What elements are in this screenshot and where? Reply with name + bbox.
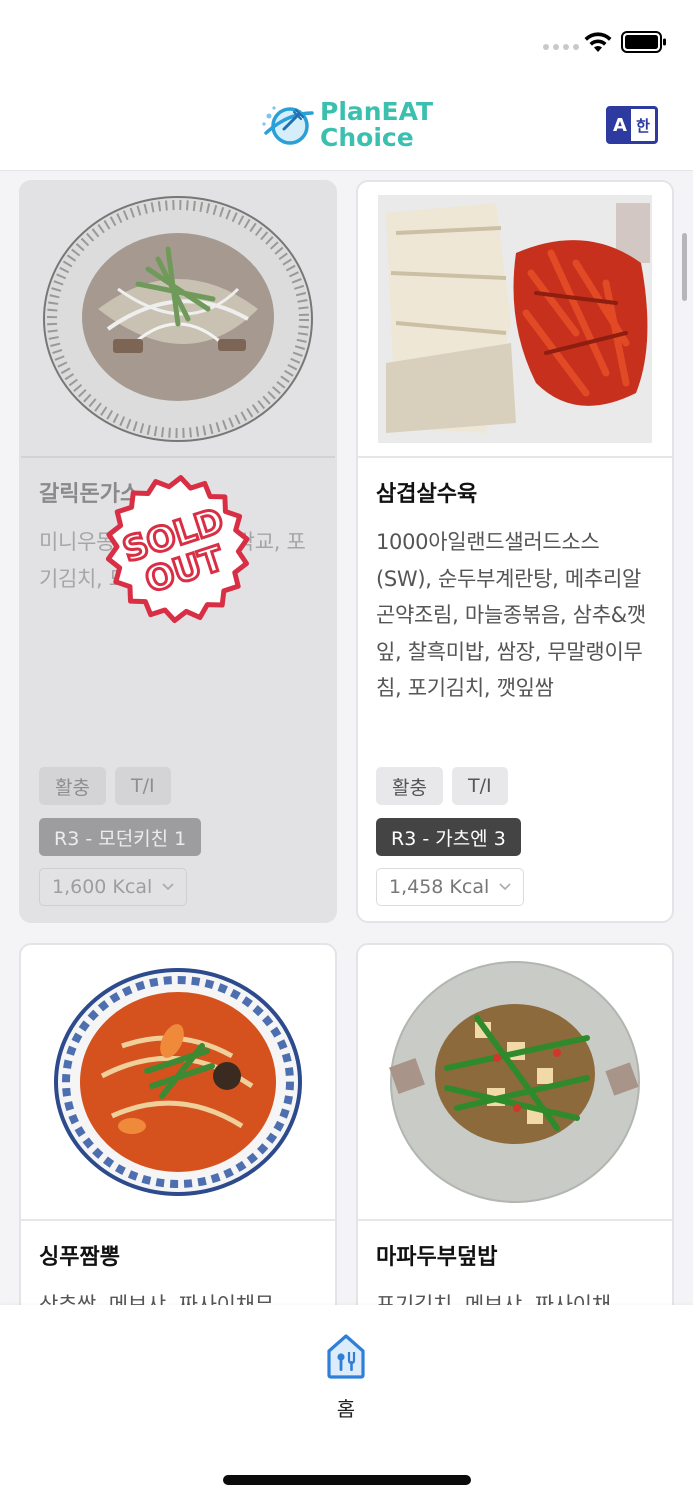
kcal-dropdown[interactable]: 1,600 Kcal <box>39 868 188 906</box>
bottom-tab-bar: 홈 <box>0 1305 693 1500</box>
battery-icon <box>621 31 666 53</box>
signal-dots-icon <box>543 44 579 50</box>
tag: 활충 <box>39 767 106 805</box>
menu-title: 마파두부덮밥 <box>376 1245 498 1270</box>
tag: T/I <box>114 767 171 805</box>
status-bar <box>0 0 693 85</box>
menu-tags: 활충 T/I <box>39 767 171 805</box>
food-plate-image <box>43 196 313 442</box>
menu-description: 포기김치, 메보샤, 짜사이채 <box>376 1293 611 1305</box>
food-plate-image <box>54 968 302 1196</box>
lang-k-label: 한 <box>636 116 650 135</box>
menu-title: 싱푸짬뽕 <box>39 1245 120 1270</box>
tab-home-label: 홈 <box>336 1397 356 1421</box>
scrollbar[interactable] <box>682 233 687 301</box>
food-plate-image <box>389 961 640 1203</box>
restaurant-location-badge: R3 - 모던키친 1 <box>39 818 202 856</box>
wifi-icon <box>584 32 612 52</box>
home-utensils-icon <box>327 1334 365 1379</box>
sold-out-stamp: SOLD OUT <box>105 475 250 623</box>
menu-card-body: 마파두부덮밥 포기김치, 메보샤, 짜사이채 <box>358 1221 672 1305</box>
chevron-down-icon <box>162 883 174 891</box>
kcal-dropdown[interactable]: 1,458 Kcal <box>376 868 525 906</box>
menu-grid[interactable]: 갈릭돈가스 미니우동, 하프샐러드, 락교, 포기김치, 드레싱FS 활충 T/… <box>0 171 693 1305</box>
food-plate-image <box>378 195 652 443</box>
menu-card-body: 싱푸짬뽕 상추쌈, 메보샤, 짜사이채무 <box>21 1221 335 1305</box>
menu-card[interactable]: 마파두부덮밥 포기김치, 메보샤, 짜사이채 <box>356 943 674 1305</box>
menu-image <box>21 182 335 458</box>
kcal-value: 1,458 Kcal <box>389 876 490 898</box>
restaurant-location-badge: R3 - 가츠엔 3 <box>376 818 521 856</box>
planet-fork-logo <box>262 106 314 145</box>
menu-image <box>21 945 335 1221</box>
menu-description: 1000아일랜드샐러드소스(SW), 순두부계란탕, 메추리알곤약조림, 마늘종… <box>376 530 646 700</box>
tab-home[interactable]: 홈 <box>306 1333 386 1428</box>
chevron-down-icon <box>499 883 511 891</box>
menu-card[interactable]: 싱푸짬뽕 상추쌈, 메보샤, 짜사이채무 <box>19 943 337 1305</box>
menu-description: 상추쌈, 메보샤, 짜사이채무 <box>39 1293 274 1305</box>
menu-tags: 활충 T/I <box>376 767 508 805</box>
menu-title: 삼겹살수육 <box>376 482 478 507</box>
kcal-value: 1,600 Kcal <box>52 876 153 898</box>
menu-image <box>358 182 672 458</box>
logo-text: PlanEAT Choice <box>320 99 433 151</box>
menu-image <box>358 945 672 1221</box>
language-toggle-button[interactable]: A 한 <box>606 106 658 144</box>
app-logo: PlanEAT Choice <box>260 99 433 151</box>
tag: 활충 <box>376 767 443 805</box>
lang-a-label: A <box>609 109 631 141</box>
logo-line-2: Choice <box>320 123 414 152</box>
home-indicator <box>223 1475 471 1485</box>
menu-card[interactable]: 삼겹살수육 1000아일랜드샐러드소스(SW), 순두부계란탕, 메추리알곤약조… <box>356 180 674 923</box>
logo-line-1: PlanEAT <box>320 97 434 126</box>
menu-card-body: 삼겹살수육 1000아일랜드샐러드소스(SW), 순두부계란탕, 메추리알곤약조… <box>358 458 672 707</box>
app-header: PlanEAT Choice A 한 <box>0 85 693 171</box>
tag: T/I <box>451 767 508 805</box>
